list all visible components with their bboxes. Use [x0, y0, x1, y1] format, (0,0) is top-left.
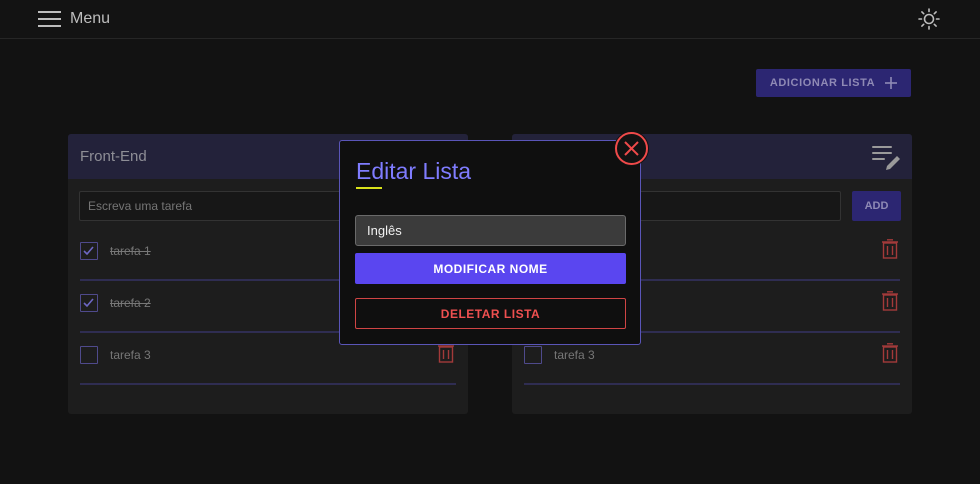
trash-icon[interactable]: [438, 343, 454, 363]
menu-label: Menu: [70, 10, 111, 27]
add-task-button[interactable]: ADD: [852, 191, 901, 221]
modal-title: Editar Lista: [356, 158, 472, 184]
modify-name-button[interactable]: MODIFICAR NOME: [355, 253, 626, 284]
hamburger-icon: [38, 11, 61, 27]
add-list-label: ADICIONAR LISTA: [769, 77, 876, 89]
list-title[interactable]: Front-End: [80, 148, 147, 165]
trash-icon[interactable]: [882, 291, 898, 311]
trash-icon[interactable]: [882, 343, 898, 363]
title-underline: [356, 187, 382, 189]
menu-button[interactable]: Menu: [38, 8, 110, 30]
task-checkbox[interactable]: [524, 346, 542, 364]
check-icon: [83, 298, 94, 308]
trash-icon[interactable]: [882, 239, 898, 259]
task-label: tarefa 2: [110, 296, 151, 310]
edit-list-icon[interactable]: [872, 144, 902, 170]
top-bar: Menu: [0, 0, 980, 39]
list-name-input[interactable]: [355, 215, 626, 246]
task-checkbox[interactable]: [80, 346, 98, 364]
task-checkbox[interactable]: [80, 294, 98, 312]
check-icon: [83, 246, 94, 256]
delete-list-button[interactable]: DELETAR LISTA: [355, 298, 626, 329]
sun-icon[interactable]: [918, 8, 940, 30]
add-list-button[interactable]: ADICIONAR LISTA: [756, 69, 911, 97]
task-checkbox[interactable]: [80, 242, 98, 260]
task-label: tarefa 3: [110, 348, 151, 362]
edit-list-modal: Editar Lista MODIFICAR NOME DELETAR LIST…: [339, 140, 641, 345]
close-circle-icon[interactable]: [614, 131, 649, 166]
plus-icon: [885, 77, 898, 89]
task-label: tarefa 1: [110, 244, 151, 258]
task-label: tarefa 3: [554, 348, 595, 362]
